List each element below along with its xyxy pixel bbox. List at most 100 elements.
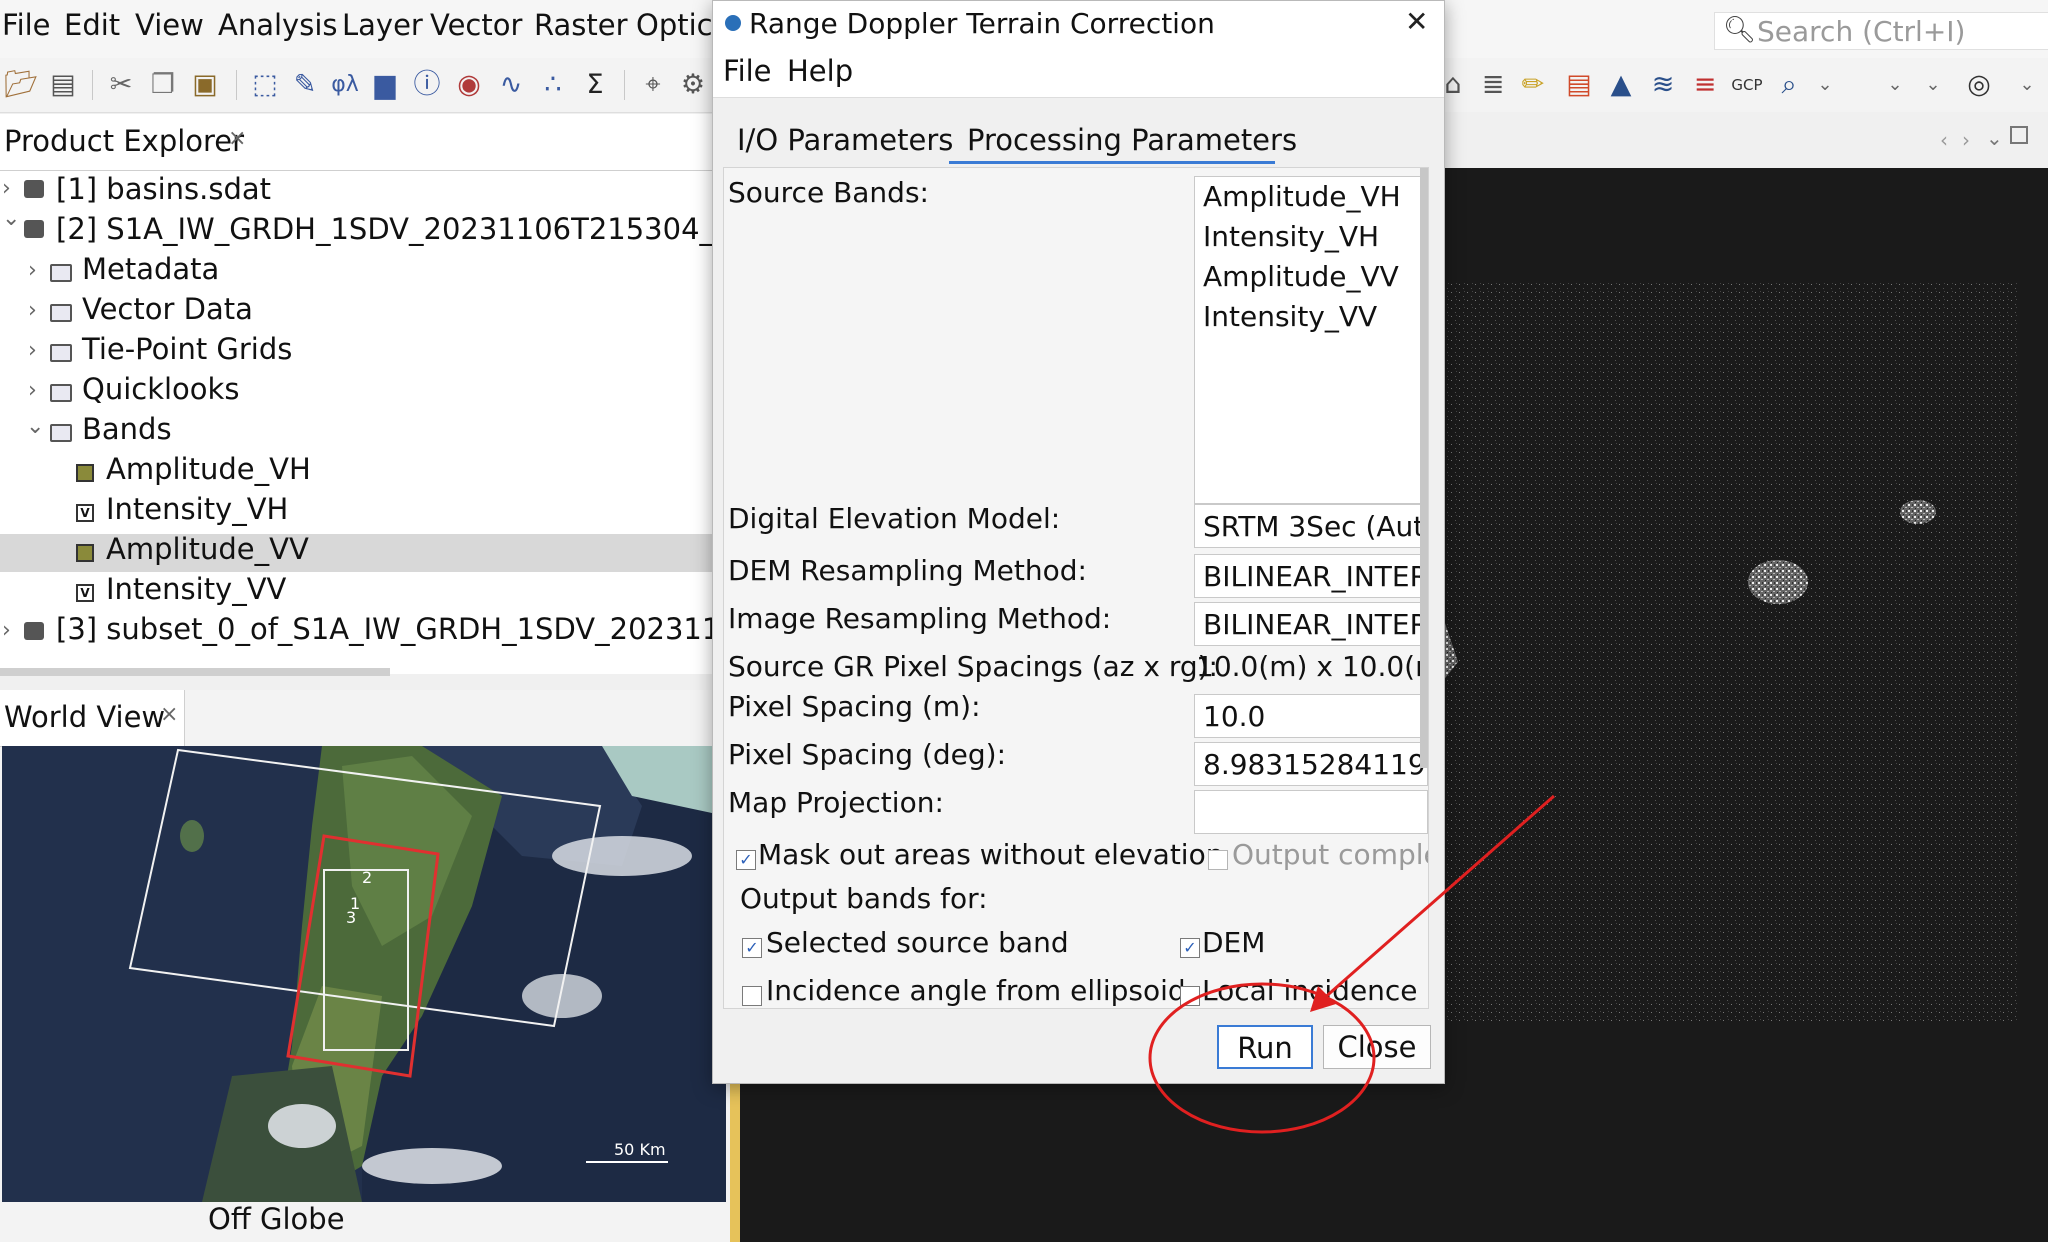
tree-item-quicklooks[interactable]: Quicklooks — [82, 372, 239, 406]
tree-item-band[interactable]: Intensity_VV — [106, 572, 286, 606]
chevron-right-icon[interactable]: › — [28, 258, 37, 283]
chevron-down-icon[interactable]: ⌄ — [26, 414, 44, 439]
image-resampling-select[interactable]: BILINEAR_INTER — [1194, 602, 1428, 646]
list-item[interactable]: Intensity_VV — [1203, 297, 1427, 337]
menu-raster[interactable]: Raster — [534, 8, 628, 42]
edit-tool-icon[interactable]: ✎ — [288, 68, 322, 102]
world-view-tab[interactable]: World View × — [0, 690, 185, 747]
dem-output-checkbox[interactable]: ✓ — [1180, 938, 1200, 958]
pin-manager-icon[interactable]: ⌖ — [636, 68, 670, 102]
dem-select[interactable]: SRTM 3Sec (Auto — [1194, 504, 1428, 548]
gcp-tool-icon[interactable]: ⚙ — [676, 68, 710, 102]
close-button[interactable]: Close — [1323, 1025, 1431, 1069]
pixel-spacing-m-input[interactable]: 10.0 — [1194, 694, 1428, 738]
chevron-down-icon[interactable]: ⌄ — [2010, 68, 2044, 102]
tree-item-product-1[interactable]: [1] basins.sdat — [56, 172, 271, 206]
search-placeholder: Search (Ctrl+I) — [1757, 15, 1966, 48]
output-complex-checkbox[interactable] — [1208, 850, 1228, 870]
close-icon[interactable]: × — [228, 126, 246, 151]
tree-item-vector-data[interactable]: Vector Data — [82, 292, 253, 326]
menu-vector[interactable]: Vector — [430, 8, 522, 42]
toolbar-separator — [236, 70, 237, 100]
menu-layer[interactable]: Layer — [342, 8, 423, 42]
vertical-scrollbar[interactable] — [1420, 168, 1428, 768]
tab-io-parameters[interactable]: I/O Parameters — [737, 123, 953, 157]
tree-item-band-selected[interactable]: Amplitude_VV — [106, 532, 309, 566]
tree-item-product-2[interactable]: [2] S1A_IW_GRDH_1SDV_20231106T215304_202… — [56, 212, 788, 246]
menu-analysis[interactable]: Analysis — [218, 8, 337, 42]
search-box[interactable]: 🔍︎ Search (Ctrl+I) — [1714, 12, 2048, 50]
dem-output-label: DEM — [1202, 926, 1266, 959]
chevron-down-icon[interactable]: ⌄ — [1916, 68, 1950, 102]
chevron-down-icon[interactable]: ⌄ — [2, 206, 20, 231]
maximize-icon[interactable] — [2010, 126, 2028, 144]
run-button[interactable]: Run — [1217, 1025, 1313, 1069]
gr-spacing-label: Source GR Pixel Spacings (az x rg): — [728, 650, 1218, 683]
information-icon[interactable]: ⓘ — [410, 68, 444, 102]
mask-elevation-checkbox[interactable]: ✓ — [736, 850, 756, 870]
tree-item-metadata[interactable]: Metadata — [82, 252, 219, 286]
chevron-right-icon[interactable]: › — [2, 618, 11, 643]
tree-item-tie-point-grids[interactable]: Tie-Point Grids — [82, 332, 292, 366]
paste-icon[interactable]: ▣ — [188, 68, 222, 102]
terrain-icon[interactable]: ▲ — [1604, 68, 1638, 102]
dialog-menu-help[interactable]: Help — [787, 54, 853, 88]
selected-source-band-checkbox[interactable]: ✓ — [742, 938, 762, 958]
list-item[interactable]: Amplitude_VV — [1203, 257, 1427, 297]
source-bands-list[interactable]: Amplitude_VH Intensity_VH Amplitude_VV I… — [1194, 176, 1428, 504]
folder-icon — [50, 304, 72, 322]
satellite-map-image — [2, 746, 726, 1202]
product-explorer-tab[interactable]: Product Explorer × — [0, 114, 712, 171]
chevron-right-icon[interactable]: › — [28, 298, 37, 323]
geo-coding-icon[interactable]: ◉ — [452, 68, 486, 102]
list-item[interactable]: Amplitude_VH — [1203, 177, 1427, 217]
world-map[interactable]: 2 1 3 50 Km — [2, 746, 726, 1202]
list-item[interactable]: Intensity_VH — [1203, 217, 1427, 257]
profile-plot-icon[interactable]: ∿ — [494, 68, 528, 102]
chevron-down-icon[interactable]: ⌄ — [1986, 126, 2003, 150]
measure-icon[interactable]: ✏ — [1516, 68, 1550, 102]
tab-processing-parameters[interactable]: Processing Parameters — [967, 123, 1297, 157]
graph-builder-icon[interactable]: ≣ — [1476, 68, 1510, 102]
chevron-right-icon[interactable]: › — [28, 338, 37, 363]
menu-file[interactable]: File — [2, 8, 51, 42]
phi-lambda-icon[interactable]: φλ — [328, 68, 362, 102]
tree-item-bands[interactable]: Bands — [82, 412, 172, 446]
chevron-right-icon[interactable]: › — [2, 176, 11, 201]
pixel-spacing-deg-input[interactable]: 8.983152841195 — [1194, 742, 1428, 786]
map-projection-field[interactable] — [1194, 790, 1428, 834]
active-tab-indicator — [949, 161, 1275, 164]
select-tool-icon[interactable]: ⬚ — [248, 68, 282, 102]
sar-tool-icon[interactable]: ≡ — [1688, 68, 1722, 102]
cut-icon[interactable]: ✂ — [104, 68, 138, 102]
tree-item-product-3[interactable]: [3] subset_0_of_S1A_IW_GRDH_1SDV_2023110… — [56, 612, 793, 646]
close-icon[interactable]: × — [160, 702, 178, 727]
search-product-icon[interactable]: ⌕ — [1772, 68, 1806, 102]
tree-item-band[interactable]: Amplitude_VH — [106, 452, 311, 486]
copy-icon[interactable]: ❐ — [146, 68, 180, 102]
tree-item-band[interactable]: Intensity_VH — [106, 492, 288, 526]
incidence-ellipsoid-checkbox[interactable] — [742, 986, 762, 1006]
horizontal-scrollbar[interactable] — [0, 668, 390, 676]
close-icon[interactable]: ✕ — [1405, 5, 1428, 38]
menu-edit[interactable]: Edit — [64, 8, 120, 42]
camera-icon[interactable]: ◎ — [1962, 68, 1996, 102]
open-product-icon[interactable]: 📂︎ — [4, 68, 38, 102]
save-product-icon[interactable]: ▤ — [46, 68, 80, 102]
chevron-right-icon[interactable]: › — [1962, 128, 1970, 152]
chevron-down-icon[interactable]: ⌄ — [1878, 68, 1912, 102]
dialog-menu-file[interactable]: File — [723, 54, 772, 88]
layers-icon[interactable]: ▤ — [1562, 68, 1596, 102]
local-incidence-checkbox[interactable] — [1180, 986, 1200, 1006]
radar-icon[interactable]: ≋ — [1646, 68, 1680, 102]
statistics-icon[interactable]: Σ — [578, 68, 612, 102]
virtual-band-icon: V — [76, 504, 94, 522]
chevron-down-icon[interactable]: ⌄ — [1808, 68, 1842, 102]
chevron-right-icon[interactable]: › — [28, 378, 37, 403]
dem-resampling-select[interactable]: BILINEAR_INTER — [1194, 554, 1428, 598]
menu-view[interactable]: View — [135, 8, 204, 42]
histogram-icon[interactable]: ▆ — [368, 68, 402, 102]
gcp-icon[interactable]: GCP — [1730, 68, 1764, 102]
scatter-plot-icon[interactable]: ∴ — [536, 68, 570, 102]
chevron-left-icon[interactable]: ‹ — [1940, 128, 1948, 152]
